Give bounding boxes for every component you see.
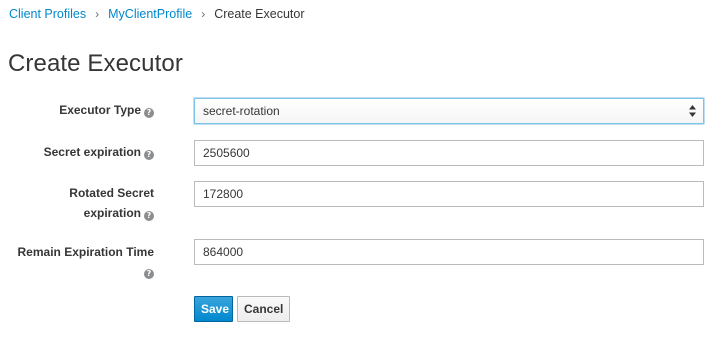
help-icon[interactable]: ? <box>144 211 154 221</box>
cancel-button[interactable]: Cancel <box>237 296 290 322</box>
breadcrumb-link-client-profiles[interactable]: Client Profiles <box>9 7 86 21</box>
executor-type-label: Executor Type? <box>59 100 154 120</box>
secret-expiration-label-text: Secret expiration <box>43 145 141 159</box>
rotated-secret-expiration-label-2: expiration? <box>84 203 154 223</box>
rotated-secret-expiration-label-line1: Rotated Secret <box>69 186 154 200</box>
executor-type-select[interactable]: secret-rotation <box>194 98 704 124</box>
remain-expiration-time-help: ? <box>141 261 154 281</box>
breadcrumb-current: Create Executor <box>214 7 305 21</box>
breadcrumb-separator: › <box>95 7 100 21</box>
breadcrumb: Client Profiles › MyClientProfile › Crea… <box>9 6 305 22</box>
secret-expiration-input[interactable] <box>194 140 704 166</box>
remain-expiration-time-input[interactable] <box>194 239 704 265</box>
remain-expiration-time-label: Remain Expiration Time <box>18 242 154 262</box>
rotated-secret-expiration-label: Rotated Secret <box>69 183 154 203</box>
rotated-secret-expiration-label-line2: expiration <box>83 206 141 220</box>
executor-type-label-text: Executor Type <box>59 103 141 117</box>
breadcrumb-separator: › <box>201 7 206 21</box>
executor-type-value: secret-rotation <box>203 104 280 118</box>
page-title: Create Executor <box>8 50 183 77</box>
help-icon[interactable]: ? <box>144 108 154 118</box>
help-icon[interactable]: ? <box>144 150 154 160</box>
help-icon[interactable]: ? <box>144 269 154 279</box>
breadcrumb-link-my-client-profile[interactable]: MyClientProfile <box>108 7 192 21</box>
save-button[interactable]: Save <box>194 296 233 322</box>
sort-arrows-icon <box>689 105 696 117</box>
remain-expiration-time-label-text: Remain Expiration Time <box>17 245 154 259</box>
secret-expiration-label: Secret expiration? <box>44 142 154 162</box>
rotated-secret-expiration-input[interactable] <box>194 181 704 207</box>
